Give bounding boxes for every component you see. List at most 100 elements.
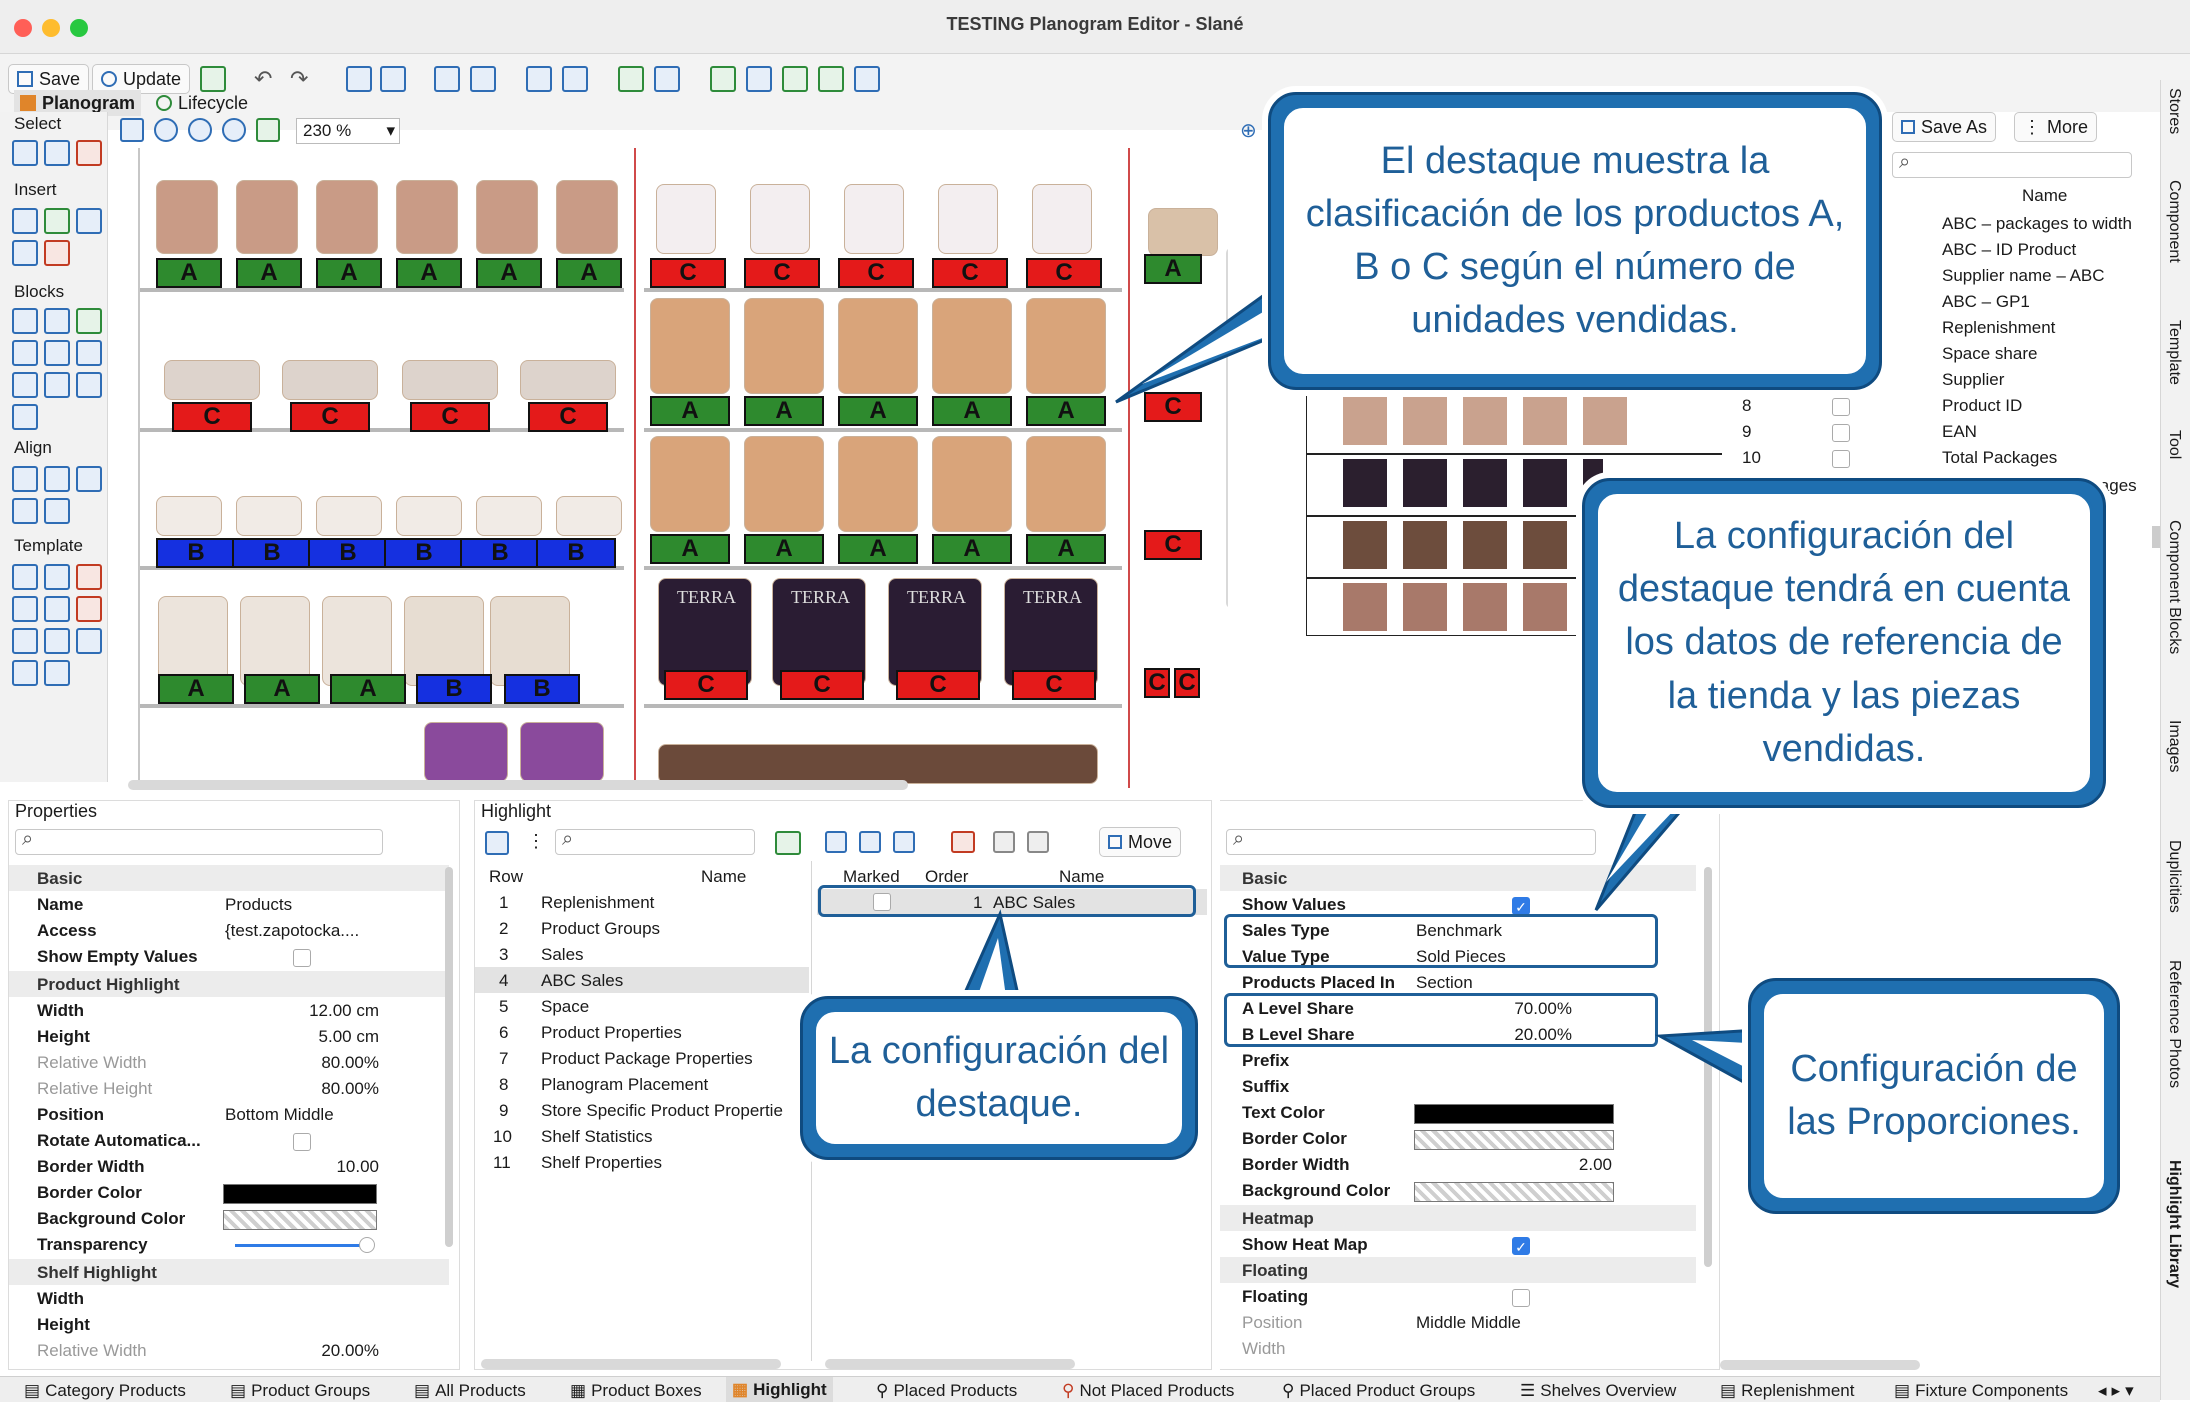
block-icon-4[interactable] (12, 340, 38, 366)
product-package[interactable] (932, 298, 1012, 394)
list-item[interactable]: Space share (1942, 344, 2037, 364)
template-icon-8[interactable] (44, 628, 70, 654)
product-package[interactable] (236, 180, 298, 254)
product-package[interactable] (490, 596, 570, 686)
product-package[interactable] (650, 436, 730, 532)
list-item[interactable]: Total Packages (1942, 448, 2057, 468)
product-package[interactable] (520, 722, 604, 782)
config-h-scrollbar[interactable] (825, 1359, 1075, 1369)
block-icon-1[interactable] (12, 308, 38, 334)
prop-value[interactable]: 20.00% (225, 1341, 379, 1361)
layout-icon[interactable] (526, 66, 552, 92)
planogram-canvas[interactable]: A A A A A A C C C C B B B B B B A A A B … (128, 148, 1228, 788)
vtab-tool[interactable]: Tool (2165, 430, 2183, 459)
highlight-row[interactable]: Product Properties (541, 1023, 682, 1043)
list-item[interactable]: ABC – packages to width (1942, 214, 2132, 234)
tab-category-products[interactable]: ▤ Category Products (24, 1381, 186, 1401)
product-package[interactable] (1032, 184, 1092, 254)
tab-shelves-overview[interactable]: ☰ Shelves Overview (1520, 1381, 1676, 1401)
product-package[interactable] (556, 496, 622, 536)
config-value[interactable]: Middle Middle (1416, 1313, 1521, 1333)
list-item[interactable]: EAN (1942, 422, 1977, 442)
highlight-row[interactable]: Product Package Properties (541, 1049, 753, 1069)
product-package[interactable] (240, 596, 310, 686)
zoom-select[interactable]: 230 % ▾ (296, 118, 400, 144)
align-center-icon[interactable] (44, 466, 70, 492)
align-left-icon[interactable] (12, 466, 38, 492)
tab-fixture-components[interactable]: ▤ Fixture Components (1894, 1381, 2068, 1401)
move-button[interactable]: Move (1099, 827, 1182, 857)
zoom-reset-icon[interactable] (222, 118, 246, 142)
highlight-row[interactable]: ABC Sales (541, 971, 623, 991)
excel-icon[interactable] (782, 66, 808, 92)
more-button[interactable]: ⋮ More (2014, 112, 2098, 142)
vtab-images[interactable]: Images (2165, 720, 2183, 772)
list-item-checkbox[interactable] (1832, 424, 1850, 442)
config-value[interactable]: 2.00 (1416, 1155, 1612, 1175)
list-item[interactable]: Replenishment (1942, 318, 2055, 338)
duplicate-icon[interactable] (893, 831, 915, 853)
canvas-horizontal-scrollbar[interactable] (128, 780, 908, 790)
product-package[interactable] (938, 184, 998, 254)
highlight-row[interactable]: Space (541, 997, 589, 1017)
insert-text-icon[interactable] (44, 240, 70, 266)
flag-icon[interactable] (200, 66, 226, 92)
highlight-row[interactable]: Store Specific Product Propertie (541, 1101, 811, 1121)
check-icon[interactable] (825, 831, 847, 853)
template-icon-3[interactable] (76, 564, 102, 590)
config-value[interactable]: Section (1416, 973, 1473, 993)
product-package[interactable] (476, 496, 542, 536)
product-package[interactable] (236, 496, 302, 536)
arrow-up-icon[interactable] (993, 831, 1015, 853)
tab-placed-products[interactable]: ⚲ Placed Products (876, 1381, 1017, 1401)
list-item[interactable]: Supplier (1942, 370, 2004, 390)
tab-highlight[interactable]: ▦ Highlight (726, 1377, 833, 1402)
tab-scroll-arrows[interactable]: ◂ ▸ ▾ (2098, 1381, 2134, 1401)
prop-value[interactable]: Products (225, 895, 292, 915)
properties-search-input[interactable] (15, 828, 383, 855)
border-color-swatch[interactable] (1414, 1130, 1614, 1150)
sort-icon[interactable] (346, 66, 372, 92)
product-package[interactable] (282, 360, 378, 400)
library-search-input[interactable] (1892, 151, 2132, 178)
rows-icon[interactable] (380, 66, 406, 92)
border-color-swatch[interactable] (223, 1184, 377, 1204)
insert-shelf-icon[interactable] (12, 208, 38, 234)
insert-box-icon[interactable] (76, 208, 102, 234)
vtab-template[interactable]: Template (2165, 320, 2183, 385)
template-icon-1[interactable] (12, 564, 38, 590)
product-package[interactable] (164, 360, 260, 400)
list-scroll-thumb[interactable] (2152, 526, 2160, 548)
product-package[interactable] (650, 298, 730, 394)
template-icon-9[interactable] (76, 628, 102, 654)
block-icon-9[interactable] (76, 372, 102, 398)
section-product-highlight[interactable]: Product Highlight (37, 975, 180, 995)
template-icon-7[interactable] (12, 628, 38, 654)
product-package[interactable] (316, 180, 378, 254)
section-basic[interactable]: Basic (37, 869, 82, 889)
section-heatmap[interactable]: Heatmap (1242, 1209, 1314, 1229)
list-item-checkbox[interactable] (1832, 450, 1850, 468)
arrow-down-icon[interactable] (1027, 831, 1049, 853)
tab-product-groups[interactable]: ▤ Product Groups (230, 1381, 370, 1401)
product-package[interactable] (424, 722, 508, 782)
zoom-icon[interactable]: ⊕ (1240, 118, 1270, 144)
bars-icon[interactable] (618, 66, 644, 92)
product-package[interactable] (156, 496, 222, 536)
background-color-swatch[interactable] (1414, 1182, 1614, 1202)
product-package[interactable] (322, 596, 392, 686)
vtab-stores[interactable]: Stores (2165, 88, 2183, 134)
prop-value[interactable]: 5.00 cm (225, 1027, 379, 1047)
list-item[interactable]: Supplier name – ABC (1942, 266, 2105, 286)
config-scrollbar[interactable] (1704, 867, 1712, 1267)
template-icon-5[interactable] (44, 596, 70, 622)
product-row-bottom[interactable] (658, 744, 1098, 784)
block-icon-10[interactable] (12, 404, 38, 430)
product-package[interactable] (1148, 208, 1218, 256)
product-package[interactable] (520, 360, 616, 400)
tab-product-boxes[interactable]: ▦ Product Boxes (570, 1381, 702, 1401)
transparency-slider[interactable] (235, 1244, 365, 1247)
highlight-h-scrollbar[interactable] (481, 1359, 781, 1369)
split-icon[interactable] (562, 66, 588, 92)
block-icon-6[interactable] (76, 340, 102, 366)
